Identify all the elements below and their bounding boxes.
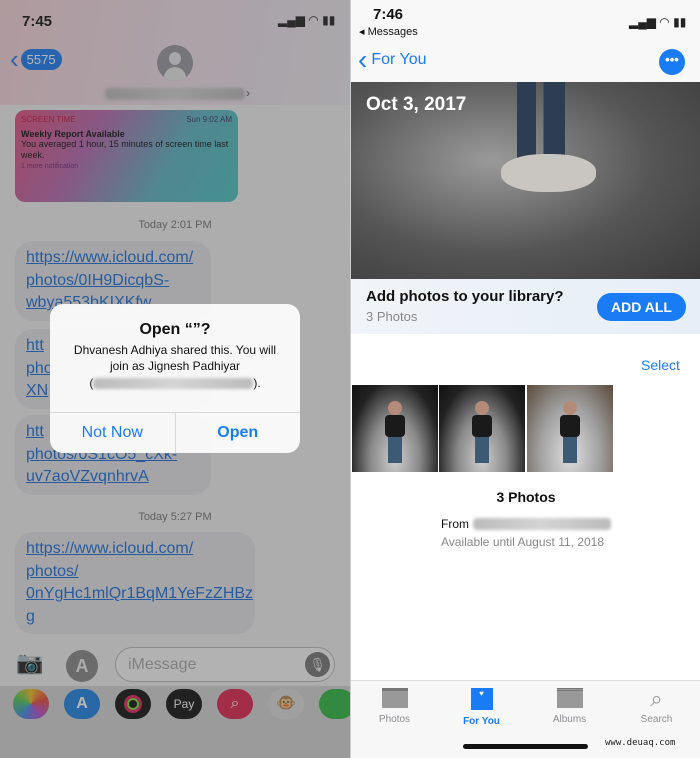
alert-message: Dhvanesh Adhiya shared this. You will [73,343,277,357]
banner-title: Add photos to your library? [366,288,564,305]
hero-photo[interactable]: Oct 3, 2017 [351,82,700,279]
select-button[interactable]: Select [641,357,680,373]
paren: ). [253,376,261,390]
status-time: 7:46 [373,6,404,23]
add-all-button[interactable]: ADD ALL [597,293,686,321]
watermark: www.deuaq.com [605,738,676,748]
hero-date: Oct 3, 2017 [366,94,467,115]
email-redacted [93,377,254,389]
photo-thumbnail[interactable] [527,385,613,472]
messages-screen: 7:45 ▂▄▆ ◠ ▮▮ ‹ 5575 › SCREEN TIME Sun 9… [0,0,350,758]
photo-thumbnail[interactable] [439,385,525,472]
tab-for-you[interactable]: ♥ For You [438,688,525,727]
search-icon: ⌕ [650,686,663,711]
availability-text: Available until August 11, 2018 [441,535,605,549]
back-to-app[interactable]: ◂ Messages [359,25,418,38]
open-button[interactable]: Open [176,413,301,453]
sender-redacted [473,518,611,530]
tab-albums[interactable]: Albums [526,688,613,725]
photos-icon [381,688,408,708]
photo-count: 3 Photos [496,489,556,505]
banner-subtitle: 3 Photos [366,309,418,324]
chevron-left-icon: ‹ [358,44,368,75]
tab-label: Photos [378,714,411,725]
status-icons: ▂▄▆ ◠ ▮▮ [629,15,687,29]
figure-legs [517,82,565,162]
tab-search[interactable]: ⌕ Search [613,686,700,726]
from-label: From [441,517,469,531]
tab-label: Search [640,714,673,725]
for-you-icon: ♥ [470,688,493,710]
tab-label: For You [463,716,500,727]
alert-message: join as Jignesh Padhiyar [109,359,241,373]
back-button[interactable]: ‹ For You [358,44,427,75]
tab-label: Albums [552,714,587,725]
back-label: For You [371,51,427,68]
photo-thumbnail[interactable] [352,385,438,472]
alert-title: Open “”? [139,321,211,338]
albums-icon [556,688,583,708]
apple-logo-base [501,154,596,192]
add-photos-banner: Add photos to your library? 3 Photos ADD… [351,279,700,334]
not-now-button[interactable]: Not Now [50,413,176,453]
open-shared-alert: Open “”? Dhvanesh Adhiya shared this. Yo… [50,304,300,453]
home-indicator[interactable] [463,744,588,749]
photos-screen: 7:46 ◂ Messages ▂▄▆ ◠ ▮▮ ‹ For You ••• O… [350,0,700,758]
tab-photos[interactable]: Photos [351,688,438,725]
more-icon[interactable]: ••• [659,49,685,75]
